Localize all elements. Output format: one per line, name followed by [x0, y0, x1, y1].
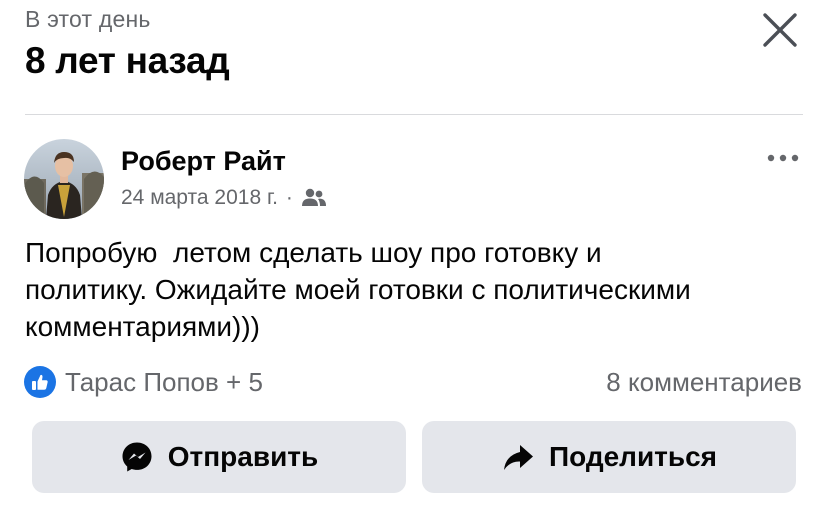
close-button[interactable] [758, 8, 802, 52]
avatar[interactable] [24, 139, 104, 219]
reactors-text: Тарас Попов + 5 [65, 366, 263, 397]
friends-icon [301, 188, 326, 206]
close-icon [763, 13, 797, 47]
post-text: Попробую летом сделать шоу про готовку и… [25, 237, 691, 342]
author-name[interactable]: Роберт Райт [121, 146, 286, 177]
memory-kicker: В этот день [25, 6, 151, 32]
avatar-image [24, 139, 104, 219]
more-options-button[interactable] [764, 146, 804, 170]
post-meta: 24 марта 2018 г. · [121, 186, 327, 210]
divider [25, 114, 803, 115]
send-label: Отправить [167, 441, 319, 472]
reactions-summary[interactable]: Тарас Попов + 5 [24, 366, 263, 398]
share-button[interactable]: Поделиться [422, 421, 796, 493]
post-date[interactable]: 24 марта 2018 г. [121, 186, 278, 210]
comments-count[interactable]: 8 комментариев [606, 367, 802, 398]
send-button[interactable]: Отправить [32, 421, 406, 493]
memory-card: В этот день 8 лет назад Роберт Райт 24 м… [0, 0, 828, 508]
share-arrow-icon [501, 440, 535, 474]
messenger-icon [120, 440, 154, 474]
share-label: Поделиться [548, 441, 718, 472]
meta-separator: · [285, 186, 293, 209]
more-dots-icon [767, 154, 799, 162]
memory-title: 8 лет назад [25, 40, 230, 81]
like-icon [24, 366, 56, 398]
